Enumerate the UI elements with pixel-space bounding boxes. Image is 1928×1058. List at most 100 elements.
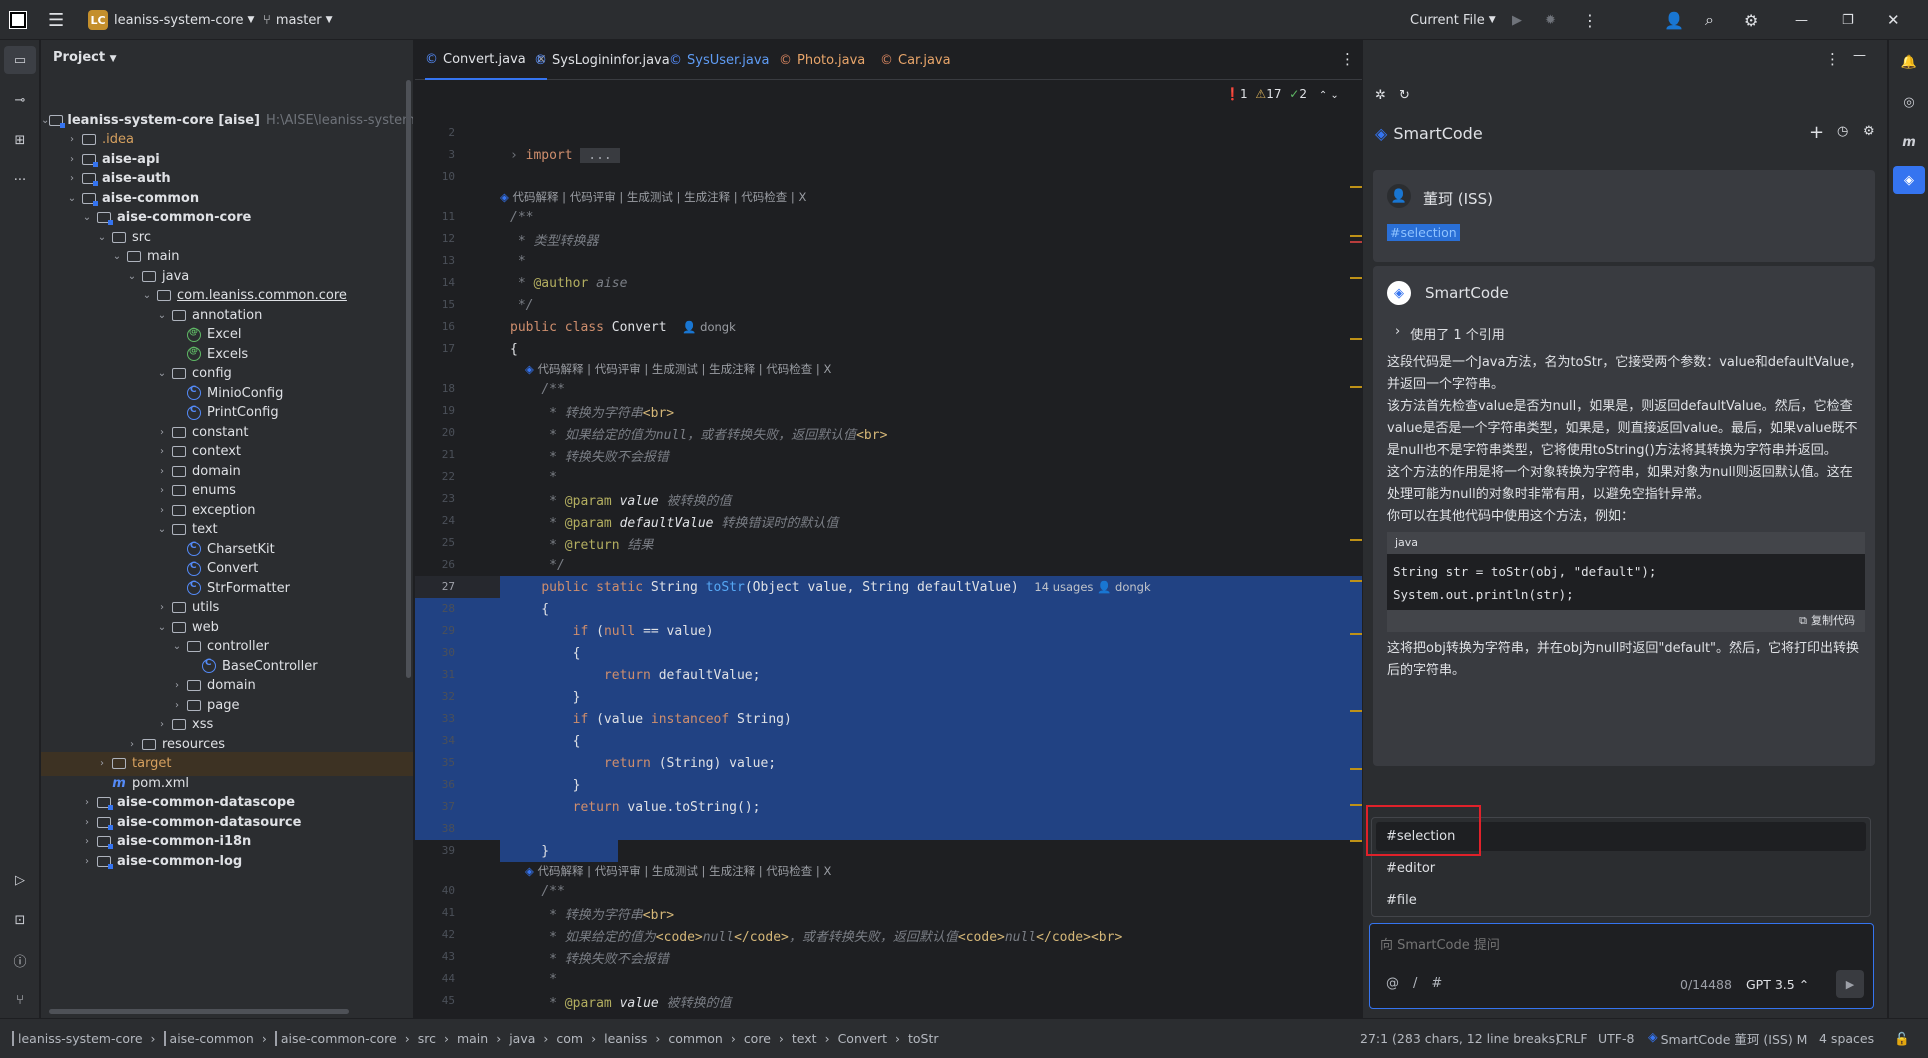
indent-setting[interactable]: 4 spaces [1819,1031,1874,1046]
services-tool-icon[interactable]: ▷ [0,866,40,894]
structure-tool-icon[interactable]: ⊞ [0,126,40,154]
more-icon[interactable]: ⋮ [1582,0,1598,40]
chevron-right-icon[interactable]: › [154,466,170,477]
run-config-selector[interactable]: Current File ▼ [1410,0,1496,40]
main-menu-icon[interactable]: ☰ [48,0,70,40]
gear-icon[interactable]: ⚙ [1744,0,1758,40]
tab-car[interactable]: © Car.java [880,40,951,80]
chevron-down-icon[interactable]: ⌄ [154,622,170,633]
selection-tag[interactable]: #selection [1387,224,1460,241]
breadcrumb-item[interactable]: toStr [908,1031,939,1046]
file-encoding[interactable]: UTF-8 [1598,1031,1634,1046]
ai-assistant-icon[interactable]: ◎ [1889,88,1928,116]
notifications-icon[interactable]: 🔔 [1889,48,1928,76]
breadcrumb-item[interactable]: com [556,1031,583,1046]
smartcode-status[interactable]: ◈ SmartCode 董珂 (ISS) M [1648,1029,1807,1048]
settings-icon[interactable]: ⚙ [1863,124,1875,139]
tree-scrollbar[interactable] [406,80,411,678]
line-ending[interactable]: CRLF [1556,1031,1588,1046]
chevron-down-icon[interactable]: ⌄ [154,524,170,535]
project-tool-icon[interactable]: ▭ [4,46,36,74]
chevron-right-icon[interactable]: › [79,836,95,847]
breadcrumb-item[interactable]: main [457,1031,488,1046]
lock-icon[interactable]: 🔓 [1894,1031,1910,1047]
git-tool-icon[interactable]: ⑂ [0,986,40,1014]
chevron-down-icon[interactable]: ⌄ [94,232,110,243]
breadcrumb-item[interactable]: aise-common [163,1031,254,1046]
chevron-right-icon[interactable]: › [169,680,185,691]
close-icon[interactable]: ✕ [1887,0,1900,40]
breadcrumb-item[interactable]: src [418,1031,436,1046]
run-icon[interactable]: ▶ [1512,0,1522,40]
branch-switcher[interactable]: ⑂ master ▼ [263,0,333,40]
chevron-right-icon[interactable]: › [154,427,170,438]
tab-sysuser[interactable]: © SysUser.java [669,40,770,80]
copy-code-button[interactable]: ⧉ 复制代码 [1387,610,1865,632]
context-button[interactable]: # [1431,976,1442,991]
chevron-right-icon[interactable]: › [124,739,140,750]
editor-more-icon[interactable]: ⋮ [1340,50,1355,68]
panel-minimize-icon[interactable]: — [1853,48,1866,63]
chevron-down-icon[interactable]: ⌄ [41,115,49,126]
minimize-icon[interactable]: — [1795,0,1808,40]
chevron-right-icon[interactable]: › [154,719,170,730]
terminal-tool-icon[interactable]: ⊡ [0,906,40,934]
chevron-right-icon[interactable]: › [154,602,170,613]
model-selector[interactable]: GPT 3.5 ⌃ [1746,977,1809,992]
chevron-down-icon[interactable]: ⌄ [169,641,185,652]
chevron-right-icon[interactable]: › [154,505,170,516]
breadcrumb-item[interactable]: leaniss [604,1031,647,1046]
chevron-right-icon[interactable]: › [94,758,110,769]
app-logo-icon[interactable] [9,0,32,40]
chevron-right-icon[interactable]: › [64,154,80,165]
chevron-down-icon[interactable]: ⌄ [154,368,170,379]
chevron-right-icon[interactable]: › [79,817,95,828]
popup-option-editor[interactable]: #editor [1386,861,1435,876]
add-user-icon[interactable]: 👤 [1664,0,1684,40]
history-icon[interactable]: ◷ [1837,124,1848,139]
chat-input[interactable] [1380,934,1860,956]
debug-icon[interactable]: ✹ [1545,0,1556,40]
chevron-right-icon[interactable]: › [79,797,95,808]
chevron-down-icon[interactable]: ⌄ [79,212,95,223]
refresh-icon[interactable]: ↻ [1399,88,1410,103]
problems-tool-icon[interactable]: ⓘ [0,946,40,974]
breadcrumb-item[interactable]: text [792,1031,817,1046]
tab-convert[interactable]: © Convert.java × [425,40,547,80]
breadcrumb-item[interactable]: Convert [838,1031,887,1046]
tree-item[interactable]: › aise-common-log [41,849,413,873]
inspection-widget[interactable]: ❗1 ⚠17 ✓2 ⌃ ⌄ [1225,87,1339,101]
chevron-down-icon[interactable]: ⌄ [109,251,125,262]
chevron-right-icon[interactable]: › [79,856,95,867]
chevron-right-icon[interactable]: › [169,700,185,711]
chevron-right-icon[interactable]: › [64,173,80,184]
breadcrumb-item[interactable]: aise-common-core [274,1031,397,1046]
chevron-down-icon[interactable]: ⌄ [64,193,80,204]
chevron-right-icon[interactable]: › [64,134,80,145]
breadcrumb-item[interactable]: java [509,1031,535,1046]
new-chat-icon[interactable]: + [1809,122,1824,143]
project-panel-title[interactable]: Project ▼ [53,50,117,65]
breadcrumb-item[interactable]: common [668,1031,722,1046]
chevron-down-icon[interactable]: ⌄ [139,290,155,301]
command-button[interactable]: / [1413,976,1417,991]
project-switcher[interactable]: LC leaniss-system-core ▼ [88,0,254,40]
mention-button[interactable]: @ [1386,976,1399,991]
breadcrumb-item[interactable]: core [744,1031,771,1046]
more-tools-icon[interactable]: ··· [0,166,40,194]
breadcrumb-item[interactable]: leaniss-system-core [12,1031,143,1046]
bug-icon[interactable]: ✲ [1375,88,1386,103]
chevron-down-icon[interactable]: ⌄ [154,310,170,321]
popup-option-file[interactable]: #file [1386,893,1417,908]
chevron-right-icon[interactable]: › [154,485,170,496]
commit-tool-icon[interactable]: ⊸ [0,86,40,114]
caret-position[interactable]: 27:1 (283 chars, 12 line breaks) [1360,1031,1560,1046]
search-icon[interactable]: ⌕ [1705,0,1714,40]
tree-hscrollbar[interactable] [49,1009,349,1014]
tab-photo[interactable]: © Photo.java [779,40,865,80]
chevron-down-icon[interactable]: ⌄ [124,271,140,282]
chevron-right-icon[interactable]: › [154,446,170,457]
tab-syslogininfor[interactable]: © SysLogininfor.java [534,40,670,80]
send-button[interactable]: ▶ [1836,970,1864,998]
panel-more-icon[interactable]: ⋮ [1825,50,1840,68]
